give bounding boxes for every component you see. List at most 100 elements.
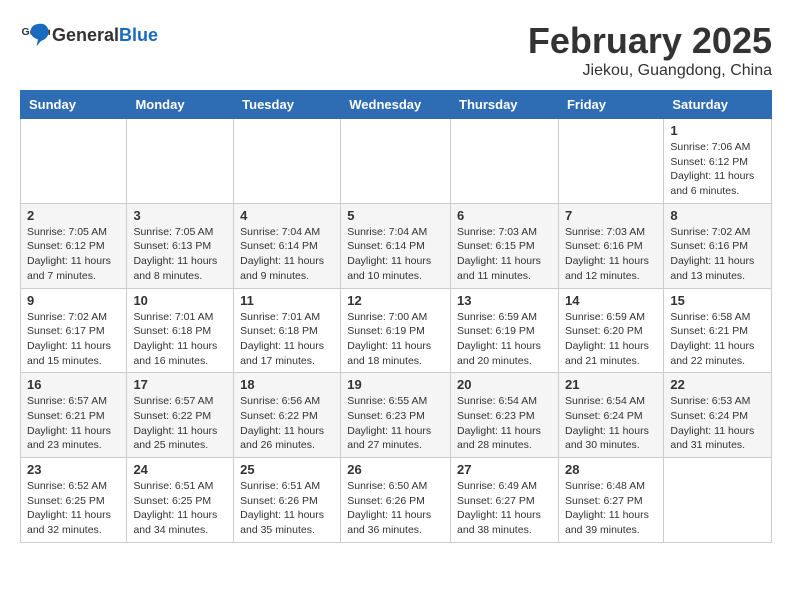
calendar-cell: 17 Sunrise: 6:57 AM Sunset: 6:22 PM Dayli…: [127, 373, 234, 458]
day-number: 18: [240, 377, 334, 392]
day-number: 22: [670, 377, 765, 392]
day-number: 21: [565, 377, 657, 392]
logo-blue-text: Blue: [119, 25, 158, 45]
day-info: Sunrise: 6:59 AM Sunset: 6:19 PM Dayligh…: [457, 310, 552, 369]
day-number: 15: [670, 293, 765, 308]
calendar-cell: 28 Sunrise: 6:48 AM Sunset: 6:27 PM Dayli…: [558, 458, 663, 543]
calendar-week-row: 16 Sunrise: 6:57 AM Sunset: 6:21 PM Dayli…: [21, 373, 772, 458]
header: General GeneralBlue February 2025 Jiekou…: [20, 20, 772, 80]
day-info: Sunrise: 6:54 AM Sunset: 6:23 PM Dayligh…: [457, 394, 552, 453]
day-number: 6: [457, 208, 552, 223]
day-number: 27: [457, 462, 552, 477]
day-info: Sunrise: 6:57 AM Sunset: 6:21 PM Dayligh…: [27, 394, 120, 453]
day-number: 7: [565, 208, 657, 223]
calendar-cell: 11Sunrise: 7:01 AM Sunset: 6:18 PM Dayli…: [234, 288, 341, 373]
location-title: Jiekou, Guangdong, China: [528, 62, 772, 80]
day-number: 28: [565, 462, 657, 477]
logo: General GeneralBlue: [20, 20, 158, 50]
calendar-cell: 26 Sunrise: 6:50 AM Sunset: 6:26 PM Dayli…: [341, 458, 451, 543]
day-number: 19: [347, 377, 444, 392]
calendar-cell: [341, 119, 451, 204]
calendar-cell: [451, 119, 559, 204]
day-number: 25: [240, 462, 334, 477]
day-of-week-header: Saturday: [664, 91, 772, 119]
logo-icon: General: [20, 20, 50, 50]
day-info: Sunrise: 7:04 AM Sunset: 6:14 PM Dayligh…: [240, 225, 334, 284]
calendar-cell: 7 Sunrise: 7:03 AM Sunset: 6:16 PM Daylig…: [558, 203, 663, 288]
calendar-cell: [558, 119, 663, 204]
calendar-cell: [234, 119, 341, 204]
calendar-cell: 27 Sunrise: 6:49 AM Sunset: 6:27 PM Dayli…: [451, 458, 559, 543]
day-info: Sunrise: 6:55 AM Sunset: 6:23 PM Dayligh…: [347, 394, 444, 453]
calendar-cell: 13Sunrise: 6:59 AM Sunset: 6:19 PM Dayli…: [451, 288, 559, 373]
day-info: Sunrise: 7:05 AM Sunset: 6:13 PM Dayligh…: [133, 225, 227, 284]
day-number: 16: [27, 377, 120, 392]
day-info: Sunrise: 6:48 AM Sunset: 6:27 PM Dayligh…: [565, 479, 657, 538]
day-info: Sunrise: 7:06 AM Sunset: 6:12 PM Dayligh…: [670, 140, 765, 199]
day-info: Sunrise: 7:01 AM Sunset: 6:18 PM Dayligh…: [240, 310, 334, 369]
day-of-week-header: Friday: [558, 91, 663, 119]
calendar-cell: 14Sunrise: 6:59 AM Sunset: 6:20 PM Dayli…: [558, 288, 663, 373]
day-number: 26: [347, 462, 444, 477]
calendar-header-row: SundayMondayTuesdayWednesdayThursdayFrid…: [21, 91, 772, 119]
day-info: Sunrise: 7:02 AM Sunset: 6:16 PM Dayligh…: [670, 225, 765, 284]
day-info: Sunrise: 7:04 AM Sunset: 6:14 PM Dayligh…: [347, 225, 444, 284]
day-info: Sunrise: 6:51 AM Sunset: 6:26 PM Dayligh…: [240, 479, 334, 538]
calendar-cell: 9Sunrise: 7:02 AM Sunset: 6:17 PM Daylig…: [21, 288, 127, 373]
calendar-cell: 16 Sunrise: 6:57 AM Sunset: 6:21 PM Dayli…: [21, 373, 127, 458]
day-of-week-header: Sunday: [21, 91, 127, 119]
day-number: 4: [240, 208, 334, 223]
day-number: 12: [347, 293, 444, 308]
day-of-week-header: Monday: [127, 91, 234, 119]
calendar-week-row: 9Sunrise: 7:02 AM Sunset: 6:17 PM Daylig…: [21, 288, 772, 373]
day-info: Sunrise: 6:51 AM Sunset: 6:25 PM Dayligh…: [133, 479, 227, 538]
logo-general-text: General: [52, 25, 119, 45]
day-number: 20: [457, 377, 552, 392]
day-info: Sunrise: 7:05 AM Sunset: 6:12 PM Dayligh…: [27, 225, 120, 284]
calendar-week-row: 1 Sunrise: 7:06 AM Sunset: 6:12 PM Daylig…: [21, 119, 772, 204]
calendar-cell: [127, 119, 234, 204]
day-number: 8: [670, 208, 765, 223]
calendar-cell: 21 Sunrise: 6:54 AM Sunset: 6:24 PM Dayli…: [558, 373, 663, 458]
calendar-cell: 23 Sunrise: 6:52 AM Sunset: 6:25 PM Dayli…: [21, 458, 127, 543]
calendar-cell: 20 Sunrise: 6:54 AM Sunset: 6:23 PM Dayli…: [451, 373, 559, 458]
day-info: Sunrise: 7:03 AM Sunset: 6:16 PM Dayligh…: [565, 225, 657, 284]
day-number: 10: [133, 293, 227, 308]
calendar-cell: [21, 119, 127, 204]
title-area: February 2025 Jiekou, Guangdong, China: [528, 20, 772, 80]
day-number: 17: [133, 377, 227, 392]
calendar-body: 1 Sunrise: 7:06 AM Sunset: 6:12 PM Daylig…: [21, 119, 772, 543]
calendar-cell: 3Sunrise: 7:05 AM Sunset: 6:13 PM Daylig…: [127, 203, 234, 288]
calendar-cell: [664, 458, 772, 543]
calendar-cell: 4 Sunrise: 7:04 AM Sunset: 6:14 PM Daylig…: [234, 203, 341, 288]
day-info: Sunrise: 7:00 AM Sunset: 6:19 PM Dayligh…: [347, 310, 444, 369]
calendar-cell: 8 Sunrise: 7:02 AM Sunset: 6:16 PM Daylig…: [664, 203, 772, 288]
day-of-week-header: Wednesday: [341, 91, 451, 119]
day-info: Sunrise: 6:54 AM Sunset: 6:24 PM Dayligh…: [565, 394, 657, 453]
calendar-cell: 6Sunrise: 7:03 AM Sunset: 6:15 PM Daylig…: [451, 203, 559, 288]
day-info: Sunrise: 7:01 AM Sunset: 6:18 PM Dayligh…: [133, 310, 227, 369]
day-info: Sunrise: 6:49 AM Sunset: 6:27 PM Dayligh…: [457, 479, 552, 538]
day-info: Sunrise: 6:57 AM Sunset: 6:22 PM Dayligh…: [133, 394, 227, 453]
day-info: Sunrise: 7:02 AM Sunset: 6:17 PM Dayligh…: [27, 310, 120, 369]
calendar-cell: 5Sunrise: 7:04 AM Sunset: 6:14 PM Daylig…: [341, 203, 451, 288]
calendar-cell: 12 Sunrise: 7:00 AM Sunset: 6:19 PM Dayli…: [341, 288, 451, 373]
calendar-cell: 10 Sunrise: 7:01 AM Sunset: 6:18 PM Dayli…: [127, 288, 234, 373]
calendar-cell: 15Sunrise: 6:58 AM Sunset: 6:21 PM Dayli…: [664, 288, 772, 373]
day-info: Sunrise: 6:50 AM Sunset: 6:26 PM Dayligh…: [347, 479, 444, 538]
calendar-week-row: 23 Sunrise: 6:52 AM Sunset: 6:25 PM Dayli…: [21, 458, 772, 543]
day-number: 1: [670, 123, 765, 138]
calendar-cell: 2 Sunrise: 7:05 AM Sunset: 6:12 PM Daylig…: [21, 203, 127, 288]
day-info: Sunrise: 6:52 AM Sunset: 6:25 PM Dayligh…: [27, 479, 120, 538]
day-of-week-header: Thursday: [451, 91, 559, 119]
day-number: 23: [27, 462, 120, 477]
day-info: Sunrise: 6:53 AM Sunset: 6:24 PM Dayligh…: [670, 394, 765, 453]
calendar-cell: 18Sunrise: 6:56 AM Sunset: 6:22 PM Dayli…: [234, 373, 341, 458]
calendar-cell: 25 Sunrise: 6:51 AM Sunset: 6:26 PM Dayli…: [234, 458, 341, 543]
day-of-week-header: Tuesday: [234, 91, 341, 119]
day-number: 24: [133, 462, 227, 477]
calendar-cell: 24 Sunrise: 6:51 AM Sunset: 6:25 PM Dayli…: [127, 458, 234, 543]
month-title: February 2025: [528, 20, 772, 62]
day-number: 2: [27, 208, 120, 223]
calendar-table: SundayMondayTuesdayWednesdayThursdayFrid…: [20, 90, 772, 543]
